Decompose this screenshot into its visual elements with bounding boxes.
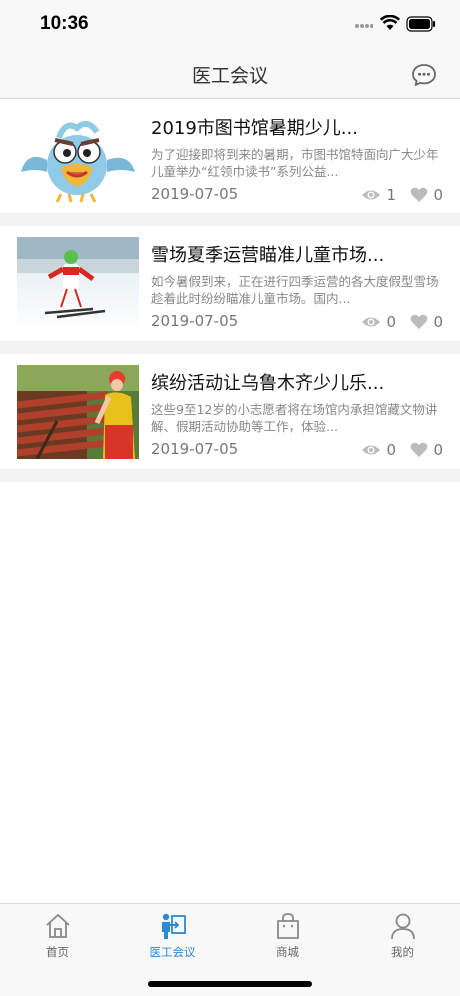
article-description: 如今暑假到来，正在进行四季运营的各大度假型雪场趁着此时纷纷瞄准儿童市场。国内..… [151,274,439,306]
home-indicator [148,981,312,987]
article-thumbnail [17,365,139,459]
tab-label: 商城 [276,945,299,959]
battery-icon [406,16,435,32]
home-icon [46,914,70,938]
like-count-value: 0 [433,441,443,459]
meeting-icon [162,913,186,939]
article-thumbnail [17,110,139,204]
article-description: 为了迎接即将到来的暑期，市图书馆特面向广大少年儿童举办“红领巾读书”系列公益..… [151,147,439,179]
tab-label: 医工会议 [149,945,196,959]
article-thumbnail [17,237,139,331]
article-card[interactable]: 缤纷活动让乌鲁木齐少儿乐... 这些9至12岁的小志愿者将在场馆内承担馆藏文物讲… [0,354,460,469]
like-count[interactable]: 0 [410,313,443,331]
view-count-value: 0 [386,313,396,331]
article-title: 2019市图书馆暑期少儿... [151,118,358,139]
view-count: 1 [361,186,396,204]
like-count-value: 0 [433,313,443,331]
like-count[interactable]: 0 [410,186,443,204]
article-title: 雪场夏季运营瞄准儿童市场... [151,245,385,266]
article-date: 2019-07-05 [151,185,239,203]
article-list: 2019市图书馆暑期少儿... 为了迎接即将到来的暑期，市图书馆特面向广大少年儿… [0,99,460,482]
article-description: 这些9至12岁的小志愿者将在场馆内承担馆藏文物讲解、假期活动协助等工作，体验..… [151,402,438,434]
status-bar: 10:36 [0,0,460,50]
tab-shop[interactable]: 商城 [230,904,345,964]
like-count[interactable]: 0 [410,441,443,459]
eye-icon [362,445,381,455]
heart-icon [411,314,428,329]
eye-icon [362,317,381,327]
wifi-icon [380,15,400,30]
view-count-value: 1 [386,186,396,204]
tab-home[interactable]: 首页 [0,904,115,964]
status-time: 10:36 [40,13,89,34]
heart-icon [411,442,428,457]
tab-label: 首页 [46,945,69,959]
view-count-value: 0 [386,441,396,459]
shopping-bag-icon [277,913,299,939]
eye-icon [362,190,381,200]
tab-profile[interactable]: 我的 [345,904,460,964]
tab-label: 我的 [391,945,414,959]
like-count-value: 0 [433,186,443,204]
article-title: 缤纷活动让乌鲁木齐少儿乐... [151,373,385,394]
article-date: 2019-07-05 [151,312,239,330]
chat-icon[interactable] [411,63,437,87]
view-count: 0 [361,441,396,459]
heart-icon [411,187,428,202]
tab-meeting[interactable]: 医工会议 [115,904,230,964]
view-count: 0 [361,313,396,331]
article-card[interactable]: 2019市图书馆暑期少儿... 为了迎接即将到来的暑期，市图书馆特面向广大少年儿… [0,99,460,213]
navigation-bar: 医工会议 [0,50,460,99]
page-title: 医工会议 [191,65,268,87]
signal-icon [355,24,373,28]
article-card[interactable]: 雪场夏季运营瞄准儿童市场... 如今暑假到来，正在进行四季运营的各大度假型雪场趁… [0,226,460,341]
person-icon [391,913,415,940]
article-date: 2019-07-05 [151,440,239,458]
